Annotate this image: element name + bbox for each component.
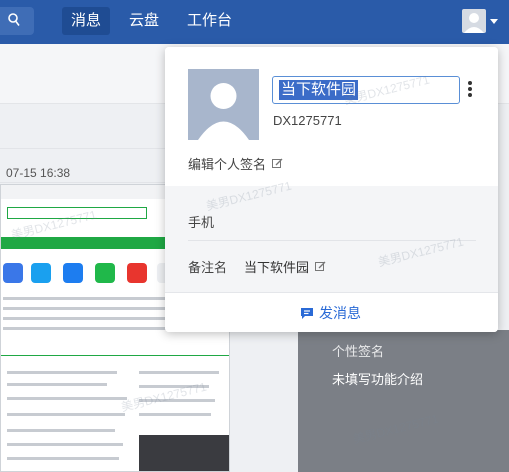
- more-options-button[interactable]: [467, 81, 473, 99]
- profile-avatar[interactable]: [188, 69, 259, 140]
- chevron-down-icon[interactable]: [490, 19, 498, 24]
- edit-signature-button[interactable]: 编辑个人签名: [188, 154, 283, 173]
- card-footer: 发消息: [165, 292, 498, 332]
- send-message-button[interactable]: 发消息: [300, 303, 361, 323]
- edit-remark-button[interactable]: 当下软件园: [244, 257, 326, 276]
- user-avatar-button[interactable]: [462, 9, 486, 33]
- edit-icon: [315, 261, 326, 271]
- display-name-field[interactable]: 当下软件园: [272, 76, 460, 104]
- top-navigation-bar: 消息 云盘 工作台: [0, 0, 509, 44]
- message-icon: [301, 307, 313, 319]
- divider: [0, 148, 180, 149]
- remark-value: 当下软件园: [244, 260, 310, 275]
- search-icon: [8, 13, 20, 26]
- tab-cloud-drive[interactable]: 云盘: [120, 7, 168, 35]
- profile-card-popup: 当下软件园 DX1275771 编辑个人签名 手机 备注名 当下软件园 发消息 …: [165, 47, 498, 332]
- edit-icon: [272, 158, 283, 168]
- display-name-value[interactable]: 当下软件园: [279, 80, 359, 100]
- user-silhouette-icon: [464, 13, 484, 33]
- divider: [188, 240, 476, 241]
- divider: [0, 182, 180, 183]
- send-message-label: 发消息: [319, 305, 361, 321]
- contact-details: 手机 备注名 当下软件园: [165, 186, 498, 292]
- signature-text: 未填写功能介绍: [332, 372, 424, 387]
- contact-info-panel: 个性签名 未填写功能介绍: [298, 330, 509, 472]
- search-button[interactable]: [0, 7, 34, 35]
- signature-heading: 个性签名: [332, 344, 385, 359]
- profile-header: 当下软件园 DX1275771 编辑个人签名: [165, 47, 498, 186]
- tab-messages[interactable]: 消息: [62, 7, 111, 35]
- user-id-label: DX1275771: [273, 113, 342, 128]
- message-timestamp: 07-15 16:38: [6, 166, 71, 180]
- tab-workbench[interactable]: 工作台: [178, 7, 241, 35]
- default-avatar-icon: [198, 83, 249, 140]
- more-vertical-icon: [468, 81, 472, 85]
- remark-label: 备注名: [188, 260, 228, 275]
- edit-signature-label: 编辑个人签名: [188, 157, 267, 172]
- phone-label: 手机: [188, 215, 215, 230]
